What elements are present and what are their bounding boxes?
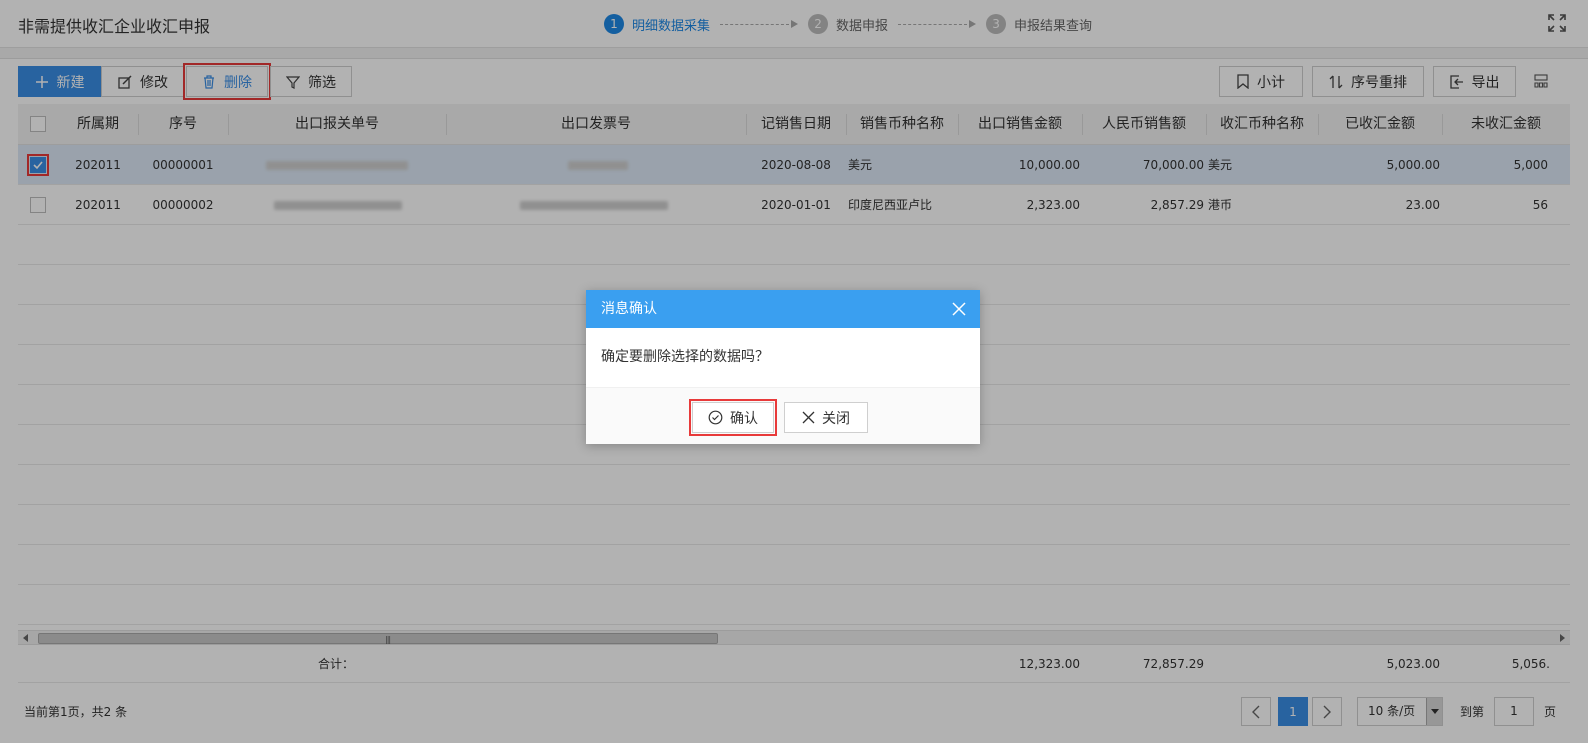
confirm-button[interactable]: 确认 <box>689 399 777 436</box>
check-circle-icon <box>708 410 723 425</box>
dialog-header: 消息确认 <box>586 290 980 328</box>
dialog-footer: 确认 关闭 <box>586 387 980 444</box>
confirm-button-label: 确认 <box>730 410 758 427</box>
confirm-dialog: 消息确认 确定要删除选择的数据吗？ 确认 关闭 <box>586 290 980 444</box>
dialog-message: 确定要删除选择的数据吗？ <box>601 349 769 365</box>
close-icon[interactable] <box>952 302 966 316</box>
close-button[interactable]: 关闭 <box>784 402 868 433</box>
close-button-label: 关闭 <box>822 410 850 427</box>
dialog-title: 消息确认 <box>601 301 657 317</box>
close-x-icon <box>802 411 815 424</box>
page: 非需提供收汇企业收汇申报 1 明细数据采集 2 数据申报 3 申报结果查询 新建… <box>0 0 1588 743</box>
